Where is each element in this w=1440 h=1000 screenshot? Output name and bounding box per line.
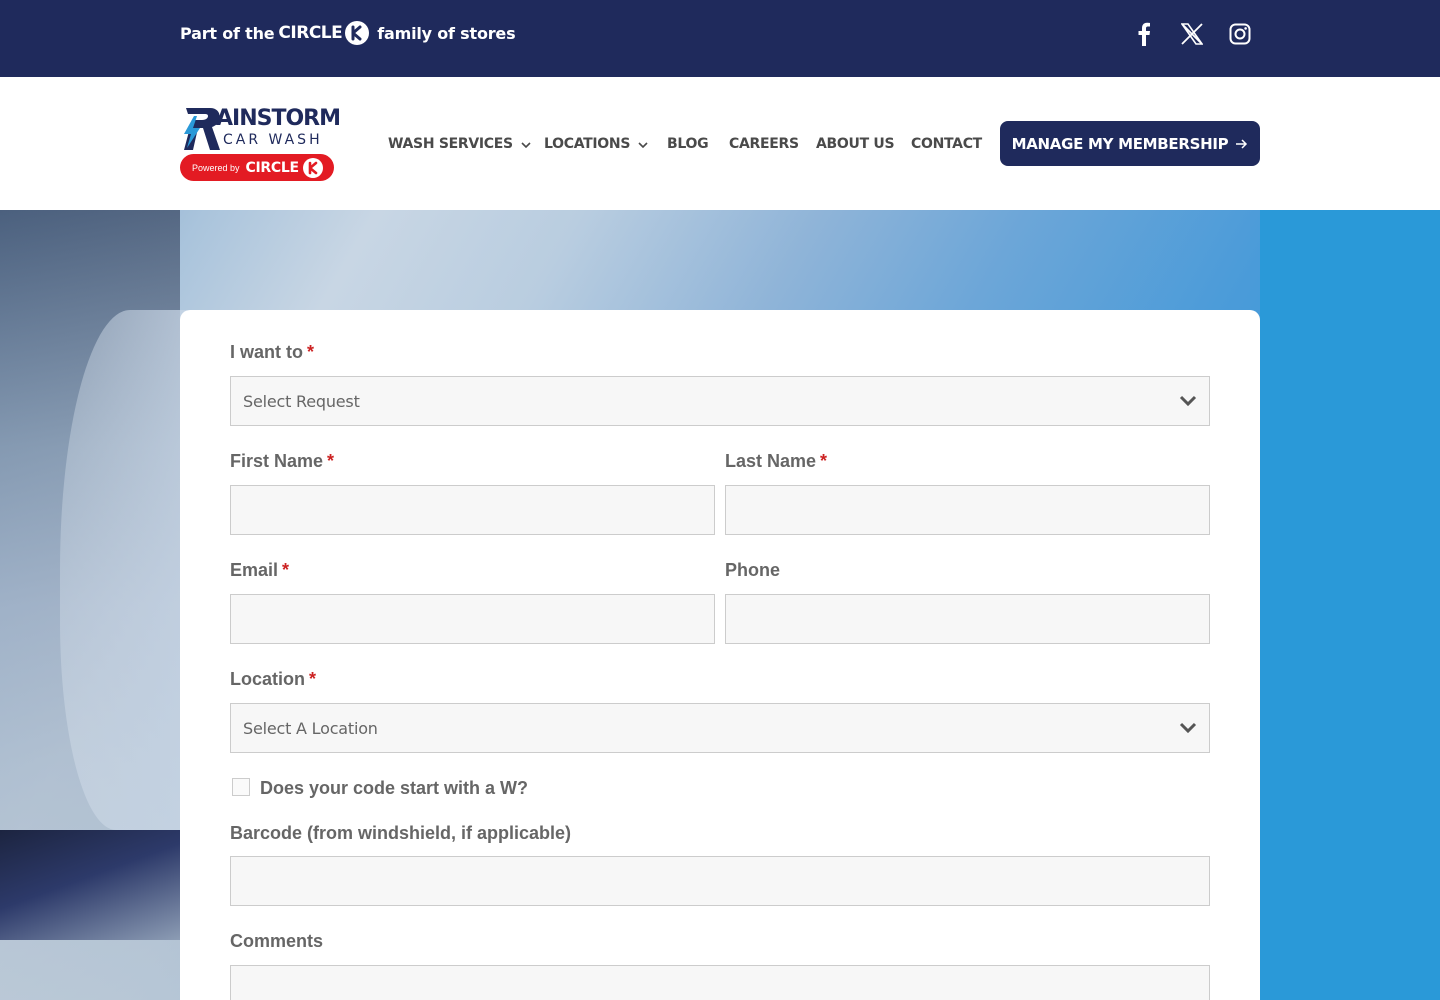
circle-k-logo-icon: [345, 21, 370, 45]
location-label: Location *: [230, 669, 316, 690]
contact-form-card: I want to * Select Request First Name * La…: [180, 310, 1260, 1000]
instagram-icon[interactable]: [1227, 21, 1253, 47]
location-select-value: Select A Location: [243, 719, 378, 738]
email-label-text: Email: [230, 560, 279, 580]
chevron-down-icon: [521, 136, 531, 152]
family-prefix: Part of the: [180, 23, 275, 43]
request-select-value: Select Request: [243, 392, 360, 411]
photo-wash-cloth: [60, 310, 200, 830]
email-field[interactable]: [230, 594, 715, 644]
circle-k-small-icon: [302, 157, 323, 178]
chevron-down-icon: [638, 136, 648, 152]
site-header: AINSTORM CAR WASH Powered by CIRCLE WASH…: [0, 77, 1440, 210]
barcode-label: Barcode (from windshield, if applicable): [230, 823, 572, 843]
code-w-checkbox[interactable]: [232, 778, 250, 796]
first-name-label-text: First Name: [230, 451, 324, 471]
location-select[interactable]: Select A Location: [230, 703, 1210, 753]
nav-about-us[interactable]: ABOUT US: [816, 134, 895, 154]
powered-brand-text: CIRCLE: [245, 159, 300, 176]
chevron-down-icon: [1179, 394, 1197, 412]
arrow-right-icon: [1236, 135, 1248, 153]
required-mark: *: [307, 342, 315, 362]
chevron-down-icon: [1179, 721, 1197, 739]
top-bar: Part of the CIRCLE family of stores: [0, 0, 1440, 77]
first-name-field[interactable]: [230, 485, 715, 535]
powered-by-badge: Powered by CIRCLE: [180, 154, 334, 181]
nav-wash-services-label: WASH SERVICES: [388, 136, 513, 152]
required-mark: *: [309, 669, 317, 689]
nav-careers[interactable]: CAREERS: [729, 134, 799, 154]
code-w-question: Does your code start with a W?: [260, 778, 529, 798]
nav-wash-services[interactable]: WASH SERVICES: [388, 134, 531, 154]
phone-label: Phone: [725, 560, 781, 580]
request-label-text: I want to: [230, 342, 303, 362]
nav-locations[interactable]: LOCATIONS: [544, 134, 648, 154]
required-mark: *: [327, 451, 335, 471]
logo-brand-bottom: CAR WASH: [223, 132, 323, 148]
required-mark: *: [282, 560, 290, 580]
request-select[interactable]: Select Request: [230, 376, 1210, 426]
logo-brand-top: AINSTORM: [216, 106, 341, 131]
family-suffix: family of stores: [377, 23, 516, 43]
last-name-field[interactable]: [725, 485, 1210, 535]
rainstorm-logo[interactable]: AINSTORM CAR WASH Powered by CIRCLE: [180, 106, 341, 181]
photo-blue-led-strip: [0, 830, 180, 940]
nav-locations-label: LOCATIONS: [544, 136, 631, 152]
powered-by-text: Powered by: [192, 162, 240, 173]
comments-label: Comments: [230, 931, 324, 951]
barcode-field[interactable]: [230, 856, 1210, 906]
required-mark: *: [820, 451, 828, 471]
x-icon[interactable]: [1179, 21, 1205, 47]
comments-textarea[interactable]: [230, 965, 1210, 1000]
nav-blog[interactable]: BLOG: [667, 134, 709, 154]
manage-membership-label: MANAGE MY MEMBERSHIP: [1011, 134, 1229, 153]
location-label-text: Location: [230, 669, 305, 689]
request-label: I want to *: [230, 342, 314, 363]
family-of-stores-banner: Part of the CIRCLE family of stores: [180, 20, 516, 46]
email-label: Email *: [230, 560, 289, 581]
circle-k-wordmark: CIRCLE: [278, 23, 343, 43]
last-name-label: Last Name *: [725, 451, 827, 472]
first-name-label: First Name *: [230, 451, 334, 472]
manage-membership-button[interactable]: MANAGE MY MEMBERSHIP: [1000, 121, 1260, 166]
phone-field[interactable]: [725, 594, 1210, 644]
nav-contact[interactable]: CONTACT: [911, 134, 982, 154]
facebook-icon[interactable]: [1131, 21, 1157, 47]
last-name-label-text: Last Name: [725, 451, 817, 471]
